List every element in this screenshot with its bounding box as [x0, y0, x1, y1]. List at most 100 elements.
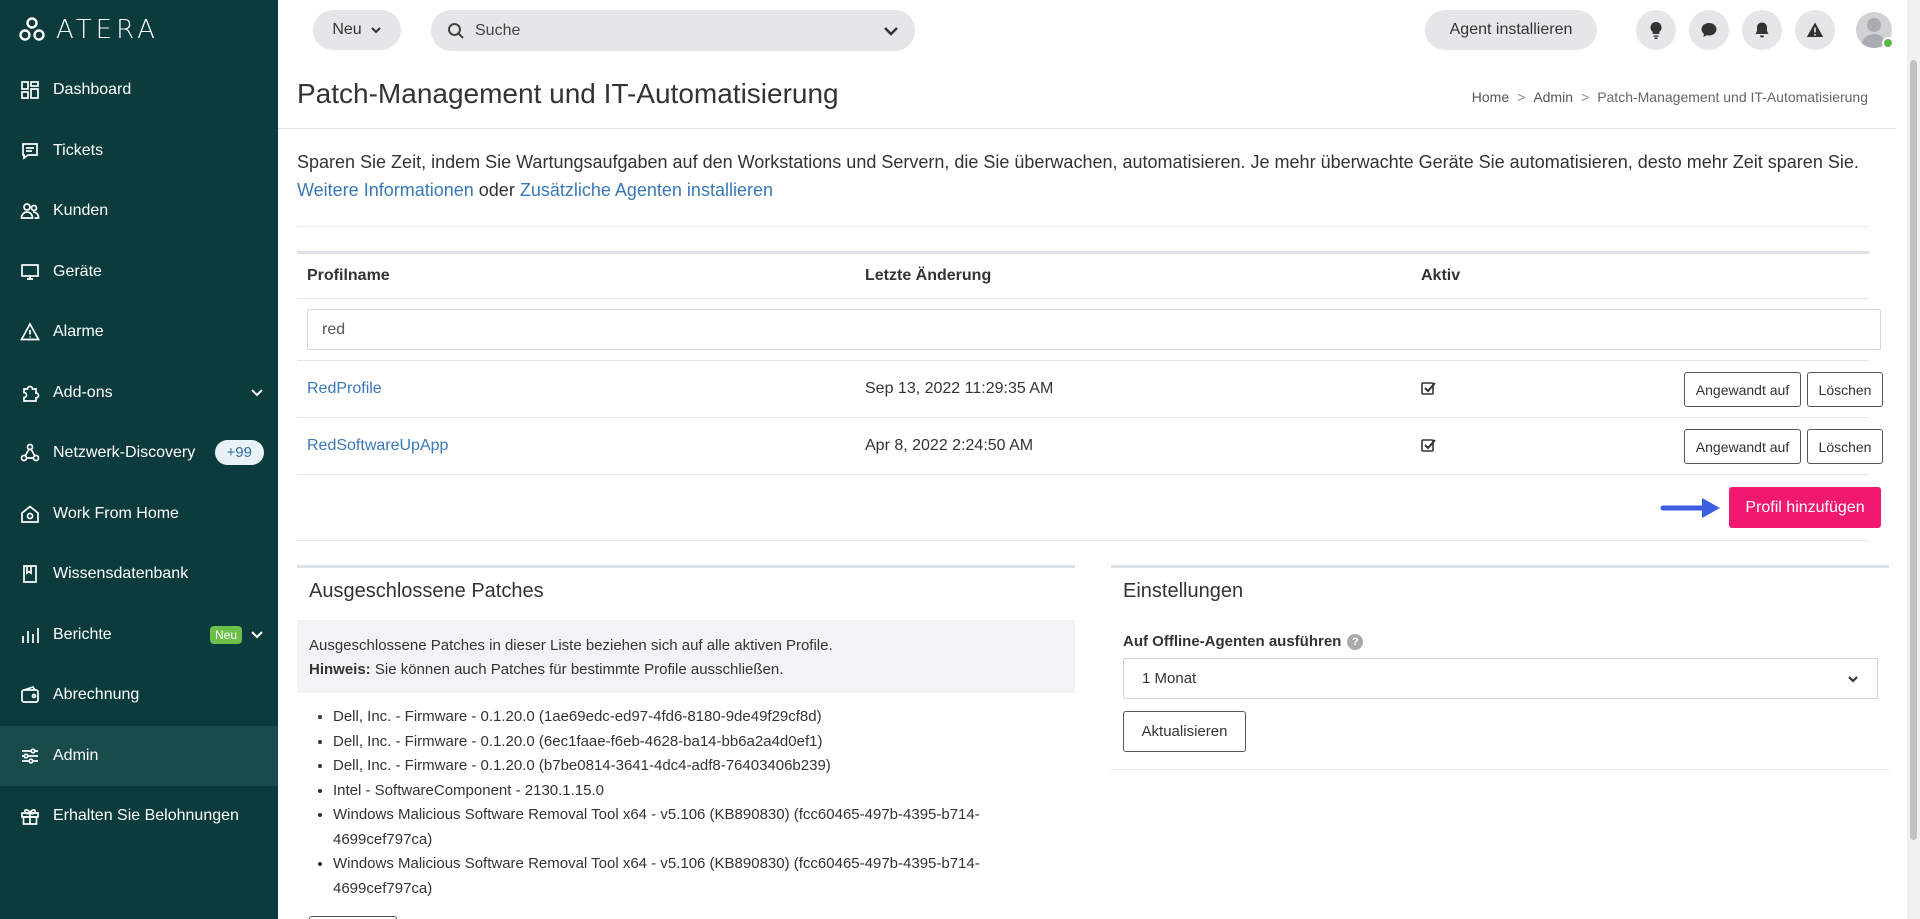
- customers-icon: [20, 201, 40, 221]
- chevron-down-icon[interactable]: [883, 23, 899, 39]
- page-title: Patch-Management und IT-Automatisierung: [297, 78, 839, 109]
- breadcrumb: Home > Admin > Patch-Management und IT-A…: [1472, 89, 1868, 105]
- note-hint-text: Sie können auch Patches für bestimmte Pr…: [370, 661, 784, 678]
- profiles-table: Profilname Letzte Änderung Aktiv red Red…: [297, 251, 1883, 541]
- dashboard-icon: [20, 80, 40, 100]
- chat-button[interactable]: [1689, 10, 1729, 50]
- header-last-change[interactable]: Letzte Änderung: [865, 267, 991, 285]
- sidebar: ATERA Dashboard Tickets Kunden Geräte Al…: [0, 0, 278, 919]
- excluded-patches-list: Dell, Inc. - Firmware - 0.1.20.0 (1ae69e…: [333, 705, 1053, 901]
- sidebar-item-addons[interactable]: Add-ons: [0, 363, 278, 424]
- add-profile-button[interactable]: Profil hinzufügen: [1729, 487, 1881, 528]
- chevron-down-icon: [1848, 675, 1858, 683]
- note-hint-label: Hinweis:: [309, 661, 371, 678]
- sidebar-item-label: Geräte: [53, 262, 102, 280]
- main-content: Patch-Management und IT-Automatisierung …: [278, 60, 1898, 919]
- list-item: Dell, Inc. - Firmware - 0.1.20.0 (b7be08…: [333, 754, 1053, 779]
- network-icon: [20, 443, 40, 463]
- sidebar-item-abrechnung[interactable]: Abrechnung: [0, 665, 278, 726]
- sidebar-item-label: Erhalten Sie Belohnungen: [53, 807, 239, 825]
- divider: [297, 226, 1869, 227]
- profile-name-link[interactable]: RedSoftwareUpApp: [307, 437, 448, 455]
- chevron-down-icon: [370, 27, 381, 34]
- header-active[interactable]: Aktiv: [1421, 267, 1460, 285]
- delete-button[interactable]: Löschen: [1807, 372, 1883, 407]
- table-row: RedSoftwareUpApp Apr 8, 2022 2:24:50 AM …: [297, 418, 1883, 475]
- offline-agents-label-text: Auf Offline-Agenten ausführen: [1123, 633, 1342, 650]
- home-icon: [20, 504, 40, 524]
- breadcrumb-home[interactable]: Home: [1472, 89, 1509, 105]
- intro-or: oder: [478, 180, 515, 200]
- bell-icon: [1755, 22, 1769, 38]
- list-item: Dell, Inc. - Firmware - 0.1.20.0 (1ae69e…: [333, 705, 1053, 730]
- atera-logo[interactable]: ATERA: [18, 15, 159, 45]
- profile-date: Apr 8, 2022 2:24:50 AM: [865, 437, 1034, 454]
- sidebar-item-netzwerk-discovery[interactable]: Netzwerk-Discovery +99: [0, 423, 278, 484]
- profile-name-link[interactable]: RedProfile: [307, 380, 382, 398]
- tickets-icon: [20, 141, 40, 161]
- sidebar-item-wissensdatenbank[interactable]: Wissensdatenbank: [0, 544, 278, 605]
- new-button[interactable]: Neu: [313, 10, 401, 50]
- more-info-link[interactable]: Weitere Informationen: [297, 180, 474, 200]
- scrollbar-thumb[interactable]: [1910, 60, 1917, 840]
- sidebar-item-label: Dashboard: [53, 81, 132, 99]
- new-badge: Neu: [209, 625, 242, 644]
- applied-to-button[interactable]: Angewandt auf: [1684, 372, 1801, 407]
- table-row: RedProfile Sep 13, 2022 11:29:35 AM Ange…: [297, 361, 1883, 418]
- tips-button[interactable]: [1636, 10, 1676, 50]
- install-agent-button[interactable]: Agent installieren: [1425, 10, 1597, 50]
- search-input[interactable]: Suche: [431, 10, 915, 51]
- breadcrumb-separator: >: [1581, 89, 1590, 105]
- profile-filter-input[interactable]: red: [307, 309, 1881, 350]
- addons-icon: [20, 383, 40, 403]
- sidebar-item-label: Add-ons: [53, 383, 113, 401]
- list-item: Windows Malicious Software Removal Tool …: [333, 852, 1053, 901]
- breadcrumb-current: Patch-Management und IT-Automatisierung: [1597, 89, 1868, 105]
- sidebar-item-label: Alarme: [53, 323, 104, 341]
- new-button-label: Neu: [332, 21, 362, 38]
- filter-row: red: [297, 299, 1881, 361]
- sidebar-item-geraete[interactable]: Geräte: [0, 242, 278, 303]
- count-badge: +99: [214, 440, 264, 465]
- sidebar-item-label: Berichte: [53, 625, 112, 643]
- divider: [278, 128, 1896, 129]
- chevron-down-icon[interactable]: [250, 385, 264, 399]
- checkbox-checked-icon: [1421, 380, 1439, 398]
- sidebar-item-tickets[interactable]: Tickets: [0, 121, 278, 182]
- top-bar: Neu Suche Agent installieren: [278, 0, 1898, 60]
- sidebar-item-work-from-home[interactable]: Work From Home: [0, 484, 278, 545]
- offline-agents-label: Auf Offline-Agenten ausführen ?: [1123, 633, 1364, 650]
- breadcrumb-admin[interactable]: Admin: [1533, 89, 1573, 105]
- help-icon[interactable]: ?: [1347, 633, 1364, 650]
- gift-icon: [20, 806, 40, 826]
- intro-text: Sparen Sie Zeit, indem Sie Wartungsaufga…: [297, 148, 1877, 204]
- settings-title: Einstellungen: [1123, 580, 1244, 602]
- sidebar-item-label: Netzwerk-Discovery: [53, 444, 196, 462]
- sidebar-item-belohnungen[interactable]: Erhalten Sie Belohnungen: [0, 786, 278, 847]
- offline-agents-value: 1 Monat: [1142, 670, 1197, 687]
- update-button[interactable]: Aktualisieren: [1123, 711, 1246, 752]
- note-line: Ausgeschlossene Patches in dieser Liste …: [309, 637, 833, 654]
- excluded-patches-note: Ausgeschlossene Patches in dieser Liste …: [297, 620, 1075, 693]
- applied-to-button[interactable]: Angewandt auf: [1684, 429, 1801, 464]
- sidebar-item-alarme[interactable]: Alarme: [0, 302, 278, 363]
- sidebar-item-berichte[interactable]: Berichte Neu: [0, 605, 278, 666]
- breadcrumb-separator: >: [1517, 89, 1526, 105]
- sidebar-nav: Dashboard Tickets Kunden Geräte Alarme A…: [0, 60, 278, 847]
- install-agents-link[interactable]: Zusätzliche Agenten installieren: [520, 180, 773, 200]
- alerts-button[interactable]: [1795, 10, 1835, 50]
- scrollbar[interactable]: [1907, 0, 1920, 919]
- offline-agents-select[interactable]: 1 Monat: [1123, 658, 1878, 699]
- search-placeholder: Suche: [475, 21, 521, 39]
- chevron-down-icon[interactable]: [250, 627, 264, 641]
- header-profile-name[interactable]: Profilname: [307, 267, 390, 285]
- sidebar-item-kunden[interactable]: Kunden: [0, 181, 278, 242]
- sidebar-item-admin[interactable]: Admin: [0, 725, 278, 786]
- sidebar-item-dashboard[interactable]: Dashboard: [0, 60, 278, 121]
- sidebar-item-label: Admin: [53, 746, 99, 764]
- arrow-right-icon: [1660, 498, 1720, 518]
- notifications-button[interactable]: [1742, 10, 1782, 50]
- lightbulb-icon: [1650, 22, 1662, 39]
- delete-button[interactable]: Löschen: [1807, 429, 1883, 464]
- list-item: Intel - SoftwareComponent - 2130.1.15.0: [333, 779, 1053, 804]
